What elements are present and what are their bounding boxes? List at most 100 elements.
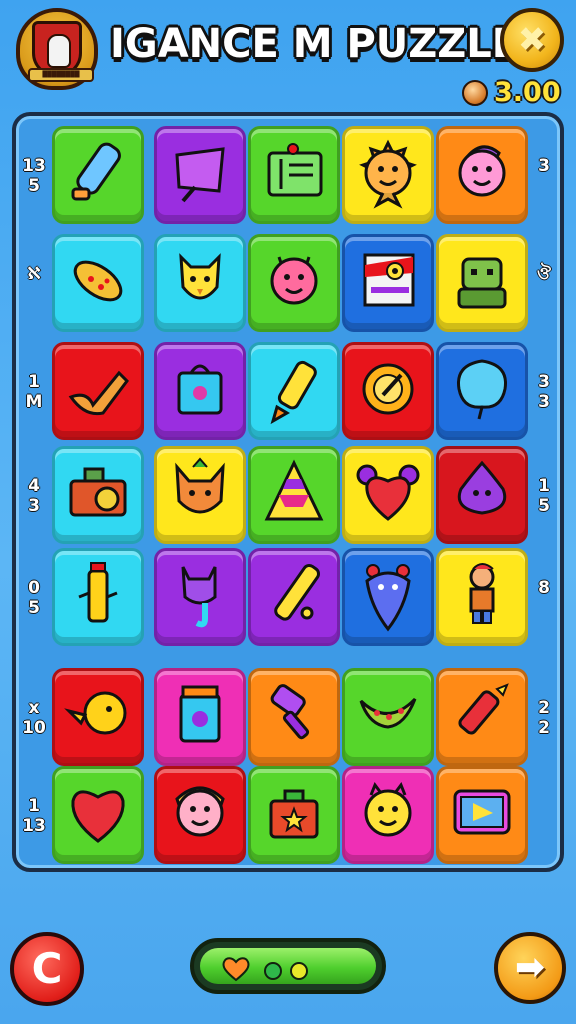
puzzle-tile[interactable] bbox=[248, 668, 340, 766]
puzzle-tile[interactable] bbox=[436, 668, 528, 766]
pea-pod-icon bbox=[353, 677, 423, 757]
puzzle-tile[interactable] bbox=[436, 342, 528, 440]
puzzle-tile[interactable] bbox=[436, 446, 528, 544]
puzzle-tile[interactable] bbox=[154, 126, 246, 224]
robot-icon bbox=[447, 243, 517, 323]
puzzle-tile[interactable] bbox=[52, 668, 144, 766]
puzzle-tile[interactable] bbox=[436, 234, 528, 332]
coin-icon bbox=[462, 80, 488, 106]
puzzle-tile[interactable] bbox=[436, 126, 528, 224]
puzzle-tile[interactable] bbox=[436, 548, 528, 646]
puzzle-tile[interactable] bbox=[52, 126, 144, 224]
star-box-icon bbox=[259, 775, 329, 855]
puzzle-tile[interactable] bbox=[342, 766, 434, 864]
puzzle-tile[interactable] bbox=[154, 668, 246, 766]
fox-icon bbox=[165, 455, 235, 535]
puzzle-tile[interactable] bbox=[248, 766, 340, 864]
fish-icon bbox=[63, 243, 133, 323]
heart-pigtails-icon bbox=[353, 455, 423, 535]
progress-bar bbox=[190, 938, 386, 994]
sun-creature-icon bbox=[353, 135, 423, 215]
row-label-right: 2 2 bbox=[538, 698, 550, 738]
sunburst-icon bbox=[353, 351, 423, 431]
genie-icon bbox=[447, 135, 517, 215]
row-label-right: 8 bbox=[538, 578, 550, 598]
puzzle-tile[interactable] bbox=[52, 342, 144, 440]
row-label-right: 1 5 bbox=[538, 476, 550, 516]
puzzle-tile[interactable] bbox=[342, 126, 434, 224]
puzzle-tile[interactable] bbox=[52, 234, 144, 332]
puzzle-tile[interactable] bbox=[248, 548, 340, 646]
progress-dot-green bbox=[264, 962, 282, 980]
puzzle-tile[interactable] bbox=[248, 126, 340, 224]
undo-icon: C bbox=[31, 944, 63, 993]
undo-button[interactable]: C bbox=[10, 932, 84, 1006]
next-button[interactable]: ➡ bbox=[494, 932, 566, 1004]
box-icon bbox=[165, 351, 235, 431]
coin-button[interactable]: ✖ bbox=[500, 8, 564, 72]
row-label-left: 4 3 bbox=[28, 476, 40, 516]
flag-eye-icon bbox=[353, 243, 423, 323]
kid-icon bbox=[447, 557, 517, 637]
row-label-left: 1 M bbox=[25, 372, 43, 412]
row-label-right: ঔ bbox=[537, 264, 551, 284]
puzzle-tile[interactable] bbox=[154, 446, 246, 544]
row-label-right: 3 3 bbox=[538, 372, 550, 412]
pyramid-icon bbox=[259, 455, 329, 535]
bag-icon bbox=[165, 135, 235, 215]
arrow-right-icon: ➡ bbox=[514, 947, 546, 988]
puzzle-tile[interactable] bbox=[52, 446, 144, 544]
coin-balance: 3.00 bbox=[462, 78, 572, 110]
puzzle-tile[interactable] bbox=[154, 234, 246, 332]
puzzle-tile[interactable] bbox=[342, 668, 434, 766]
puzzle-tile[interactable] bbox=[154, 548, 246, 646]
purple-blob-icon bbox=[447, 455, 517, 535]
progress-dot-yellow bbox=[290, 962, 308, 980]
crayon-icon bbox=[259, 351, 329, 431]
puzzle-tile[interactable] bbox=[342, 446, 434, 544]
row-label-left: 0 5 bbox=[28, 578, 40, 618]
progress-fill bbox=[200, 948, 376, 984]
row-label-left: x 10 bbox=[22, 698, 46, 738]
puzzle-tile[interactable] bbox=[248, 342, 340, 440]
puzzle-tile[interactable] bbox=[248, 234, 340, 332]
row-label-left: ℵ bbox=[27, 264, 41, 284]
heart-icon bbox=[63, 775, 133, 855]
flame-hand-icon bbox=[63, 351, 133, 431]
yellow-bird-icon bbox=[63, 677, 133, 757]
crest-ribbon: ████████ bbox=[28, 68, 94, 82]
balance-value: 3.00 bbox=[494, 77, 561, 108]
puzzle-tile[interactable] bbox=[52, 766, 144, 864]
row-label-left: 1​3 5 bbox=[22, 156, 46, 196]
purple-cat-icon bbox=[165, 557, 235, 637]
drop-creature-icon bbox=[353, 557, 423, 637]
puzzle-tile[interactable] bbox=[436, 766, 528, 864]
puzzle-tile[interactable] bbox=[342, 548, 434, 646]
puzzle-tile[interactable] bbox=[342, 342, 434, 440]
knife-icon bbox=[259, 557, 329, 637]
puzzle-tile[interactable] bbox=[342, 234, 434, 332]
row-label-left: 1 13 bbox=[22, 796, 46, 836]
game-title: IGANCE M PUZZLE bbox=[110, 21, 520, 67]
cross-icon: ✖ bbox=[517, 20, 547, 60]
tube-icon bbox=[63, 135, 133, 215]
crest-logo: ████████ bbox=[16, 8, 98, 90]
heart-icon bbox=[222, 957, 250, 982]
jar-icon bbox=[165, 677, 235, 757]
tv-icon bbox=[447, 775, 517, 855]
puzzle-board: 1​3 5 3 ℵ ঔ 1 M 3 3 4 3 1 5 0 5 8 x 10 2 2 1 13 bbox=[12, 112, 564, 872]
puzzle-tile[interactable] bbox=[154, 766, 246, 864]
row-label-right: 3 bbox=[538, 156, 550, 176]
puzzle-tile[interactable] bbox=[52, 548, 144, 646]
camera-icon bbox=[63, 455, 133, 535]
yellow-bottle-icon bbox=[63, 557, 133, 637]
ticket-icon bbox=[259, 135, 329, 215]
puzzle-tile[interactable] bbox=[248, 446, 340, 544]
purple-roller-icon bbox=[259, 677, 329, 757]
smiley-icon bbox=[353, 775, 423, 855]
balloon-icon bbox=[447, 351, 517, 431]
red-crayon-icon bbox=[447, 677, 517, 757]
puzzle-tile[interactable] bbox=[154, 342, 246, 440]
header: ████████ IGANCE M PUZZLE ✖ 3.00 bbox=[0, 0, 576, 110]
cat-face-icon bbox=[165, 243, 235, 323]
